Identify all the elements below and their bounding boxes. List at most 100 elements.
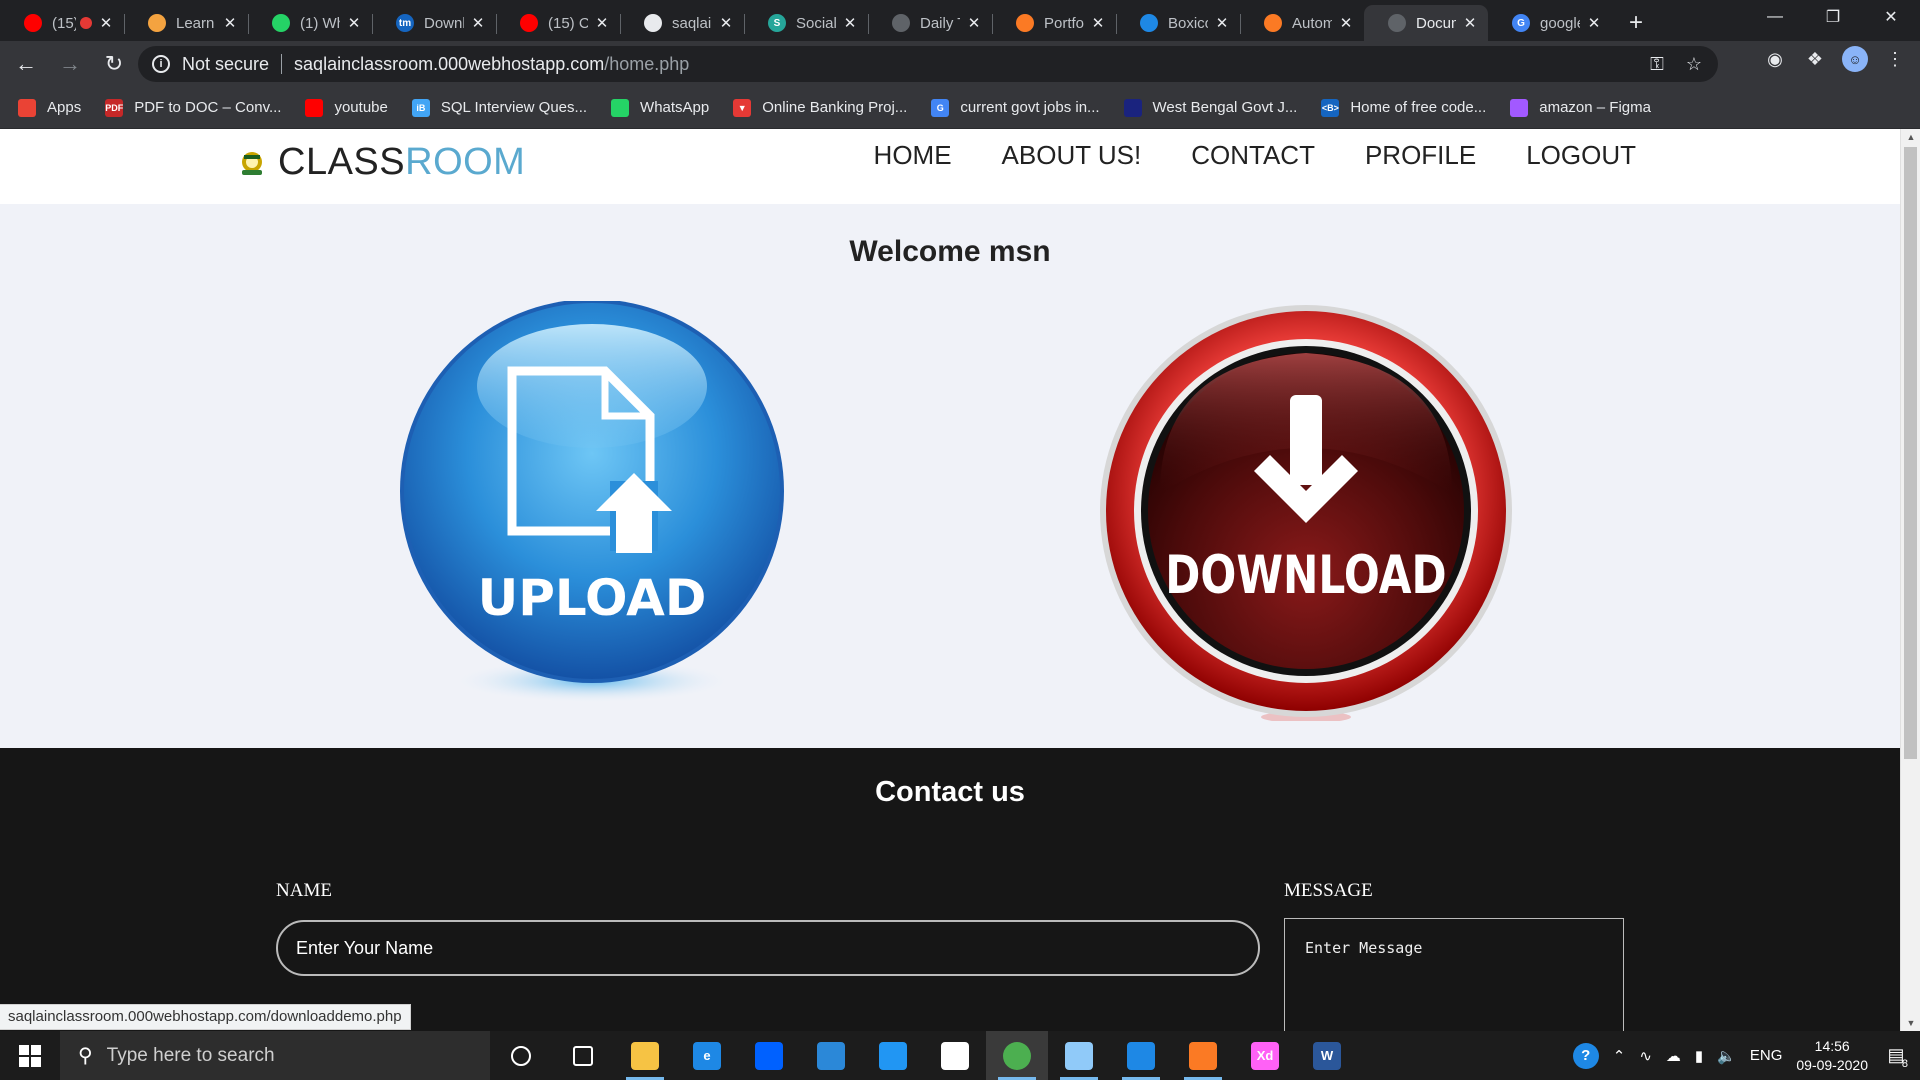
browser-tab[interactable]: Daily T ✕ <box>868 5 992 41</box>
nav-contact[interactable]: CONTACT <box>1191 140 1315 171</box>
download-button[interactable]: DOWNLOAD <box>1098 303 1514 723</box>
onedrive-icon[interactable]: ☁ <box>1666 1047 1681 1065</box>
taskbar-app-cortana[interactable] <box>490 1031 552 1080</box>
site-info-icon[interactable]: i <box>152 55 170 73</box>
browser-tab[interactable]: Ggoogle ✕ <box>1488 5 1612 41</box>
bookmark-item[interactable]: Gcurrent govt jobs in... <box>931 98 1100 117</box>
taskbar-app-adobe-xd[interactable]: Xd <box>1234 1031 1296 1080</box>
taskbar-app-azure[interactable] <box>862 1031 924 1080</box>
browser-tab[interactable]: Portfol ✕ <box>992 5 1116 41</box>
taskbar-app-xampp[interactable] <box>1172 1031 1234 1080</box>
chevron-up-icon[interactable]: ⌃ <box>1613 1047 1626 1065</box>
help-icon[interactable]: ? <box>1572 1042 1599 1069</box>
reload-button[interactable]: ↻ <box>96 46 132 82</box>
xampp-icon <box>1189 1041 1217 1070</box>
action-center-icon[interactable]: ▤ 8 <box>1882 1042 1910 1070</box>
taskbar-search[interactable]: ⚲ Type here to search <box>60 1031 490 1080</box>
close-tab-icon[interactable]: ✕ <box>346 14 362 32</box>
key-icon[interactable]: ⚿ <box>1650 54 1664 75</box>
forward-button[interactable]: → <box>52 46 88 82</box>
browser-tab[interactable]: (1) Wh ✕ <box>248 5 372 41</box>
minimize-icon[interactable]: — <box>1746 0 1804 34</box>
bookmark-item[interactable]: <B> Home of free code... <box>1321 98 1486 117</box>
word-icon: W <box>1313 1041 1341 1070</box>
battery-icon[interactable]: ▮ <box>1695 1047 1703 1065</box>
taskbar-app-dropbox[interactable] <box>738 1031 800 1080</box>
new-tab-button[interactable]: + <box>1618 5 1654 41</box>
page-viewport: CLASS ROOM HOME ABOUT US! CONTACT PROFILE… <box>0 129 1920 1031</box>
taskbar-app-edge[interactable]: e <box>676 1031 738 1080</box>
close-tab-icon[interactable]: ✕ <box>222 14 238 32</box>
bookmark-item[interactable]: West Bengal Govt J... <box>1123 98 1297 117</box>
scrollbar-thumb[interactable] <box>1904 147 1917 759</box>
browser-tab[interactable]: saqlain ✕ <box>620 5 744 41</box>
back-button[interactable]: ← <box>8 46 44 82</box>
taskbar-app-store[interactable] <box>924 1031 986 1080</box>
camera-icon[interactable]: ◉ <box>1762 46 1788 72</box>
browser-tab[interactable]: Autom ✕ <box>1240 5 1364 41</box>
close-tab-icon[interactable]: ✕ <box>594 14 610 32</box>
close-tab-icon[interactable]: ✕ <box>1214 14 1230 32</box>
browser-tab[interactable]: S Sociali ✕ <box>744 5 868 41</box>
taskbar-app-mail[interactable] <box>800 1031 862 1080</box>
page-scrollbar[interactable]: ▲ ▼ <box>1900 129 1920 1031</box>
address-bar[interactable]: i Not secure saqlainclassroom.000webhost… <box>138 46 1718 82</box>
restore-icon[interactable]: ❐ <box>1804 0 1862 34</box>
close-tab-icon[interactable]: ✕ <box>470 14 486 32</box>
youtube-icon <box>24 14 42 32</box>
bookmark-item[interactable]: amazon – Figma <box>1510 98 1651 117</box>
nav-logout[interactable]: LOGOUT <box>1526 140 1636 171</box>
browser-tab[interactable]: Learn t ✕ <box>124 5 248 41</box>
close-tab-icon[interactable]: ✕ <box>1586 14 1602 32</box>
close-tab-icon[interactable]: ✕ <box>842 14 858 32</box>
close-window-icon[interactable]: ✕ <box>1862 0 1920 34</box>
upload-button[interactable]: UPLOAD <box>400 299 784 713</box>
close-tab-icon[interactable]: ✕ <box>966 14 982 32</box>
taskbar-app-vscode[interactable] <box>1110 1031 1172 1080</box>
start-button[interactable] <box>0 1031 60 1080</box>
network-icon[interactable]: ∿ <box>1639 1047 1652 1065</box>
taskbar-app-word[interactable]: W <box>1296 1031 1358 1080</box>
bookmark-star-icon[interactable]: ☆ <box>1686 54 1702 75</box>
bookmark-item[interactable]: PDF PDF to DOC – Conv... <box>105 98 281 117</box>
nav-about[interactable]: ABOUT US! <box>1002 140 1142 171</box>
browser-tab[interactable]: (15) Cc ✕ <box>496 5 620 41</box>
scroll-down-arrow-icon[interactable]: ▼ <box>1901 1015 1920 1031</box>
system-tray: ? ⌃ ∿ ☁ ▮ 🔈 ENG 14:56 09-09-2020 ▤ 8 <box>1572 1031 1920 1080</box>
scroll-up-arrow-icon[interactable]: ▲ <box>1901 129 1920 145</box>
bookmark-item[interactable]: Apps <box>18 98 81 117</box>
welcome-heading: Welcome msn <box>849 235 1051 268</box>
taskbar-app-task-view[interactable] <box>552 1031 614 1080</box>
clock[interactable]: 14:56 09-09-2020 <box>1796 1037 1868 1075</box>
profile-avatar[interactable]: ☺ <box>1842 46 1868 72</box>
xampp-icon <box>1264 14 1282 32</box>
nav-home[interactable]: HOME <box>874 140 952 171</box>
bookmark-label: amazon – Figma <box>1539 99 1651 116</box>
bookmark-item[interactable]: iB SQL Interview Ques... <box>411 98 587 117</box>
name-input[interactable]: Enter Your Name <box>276 920 1260 976</box>
browser-tab[interactable]: Boxico ✕ <box>1116 5 1240 41</box>
bookmark-item[interactable]: ▼ Online Banking Proj... <box>733 98 907 117</box>
bookmark-label: youtube <box>334 99 388 116</box>
volume-icon[interactable]: 🔈 <box>1717 1047 1736 1065</box>
close-tab-icon[interactable]: ✕ <box>1462 14 1478 32</box>
browser-tab[interactable]: tm Downl ✕ <box>372 5 496 41</box>
browser-tab[interactable]: (15) ✕ <box>0 5 124 41</box>
menu-kebab-icon[interactable]: ⋮ <box>1882 46 1908 72</box>
taskbar-app-chrome[interactable] <box>986 1031 1048 1080</box>
address-separator <box>281 54 283 74</box>
language-indicator[interactable]: ENG <box>1750 1047 1783 1064</box>
close-tab-icon[interactable]: ✕ <box>1090 14 1106 32</box>
nav-profile[interactable]: PROFILE <box>1365 140 1476 171</box>
message-textarea[interactable]: Enter Message <box>1284 918 1624 1031</box>
taskbar-app-feather[interactable] <box>1048 1031 1110 1080</box>
taskbar-app-file-explorer[interactable] <box>614 1031 676 1080</box>
site-logo[interactable]: CLASS ROOM <box>236 141 525 184</box>
bookmark-item[interactable]: youtube <box>305 98 388 117</box>
extensions-puzzle-icon[interactable]: ❖ <box>1802 46 1828 72</box>
close-tab-icon[interactable]: ✕ <box>1338 14 1354 32</box>
bookmark-item[interactable]: WhatsApp <box>611 98 709 117</box>
close-tab-icon[interactable]: ✕ <box>718 14 734 32</box>
browser-tab[interactable]: Docum ✕ <box>1364 5 1488 41</box>
close-tab-icon[interactable]: ✕ <box>98 14 114 32</box>
